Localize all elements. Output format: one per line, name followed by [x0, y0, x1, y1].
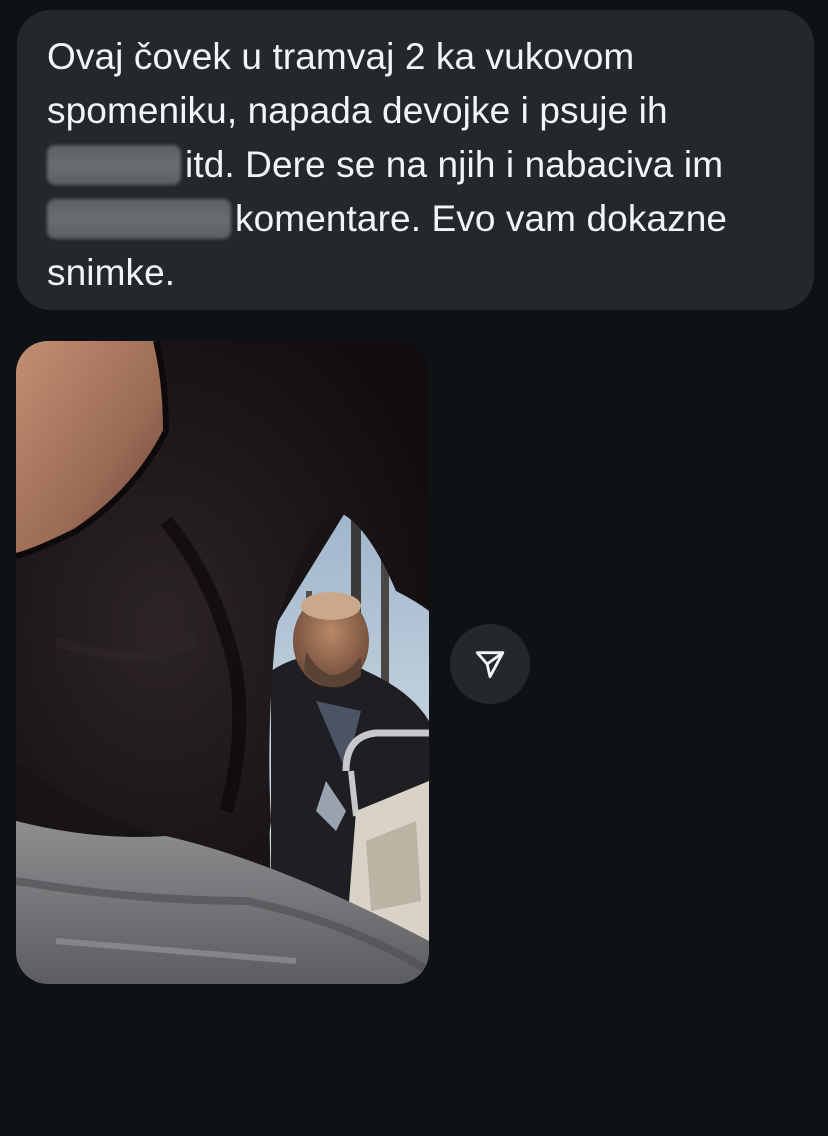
message-text: spomeniku, napada devojke i psuje ih: [47, 90, 668, 131]
share-button[interactable]: [450, 624, 530, 704]
message-text: Ovaj čovek u tramvaj 2 ka vukovom: [47, 36, 635, 77]
message-text: komentare. Evo vam dokazne: [235, 198, 728, 239]
message-line: Ovaj čovek u tramvaj 2 ka vukovom: [47, 30, 784, 84]
message-text: snimke.: [47, 252, 176, 293]
send-paper-plane-icon: [475, 651, 505, 679]
photo-message[interactable]: [16, 341, 429, 984]
message-line: snimke.: [47, 246, 784, 300]
message-text: itd. Dere se na njih i nabaciva im: [185, 144, 724, 185]
redacted-text-blur: [47, 199, 231, 239]
message-bubble[interactable]: Ovaj čovek u tramvaj 2 ka vukovom spomen…: [17, 10, 814, 310]
dm-conversation-screen: Ovaj čovek u tramvaj 2 ka vukovom spomen…: [0, 0, 828, 1136]
message-line: spomeniku, napada devojke i psuje ih: [47, 84, 784, 138]
message-line: komentare. Evo vam dokazne: [47, 192, 784, 246]
message-line: itd. Dere se na njih i nabaciva im: [47, 138, 784, 192]
tram-photo: [16, 341, 429, 984]
redacted-text-blur: [47, 145, 181, 185]
